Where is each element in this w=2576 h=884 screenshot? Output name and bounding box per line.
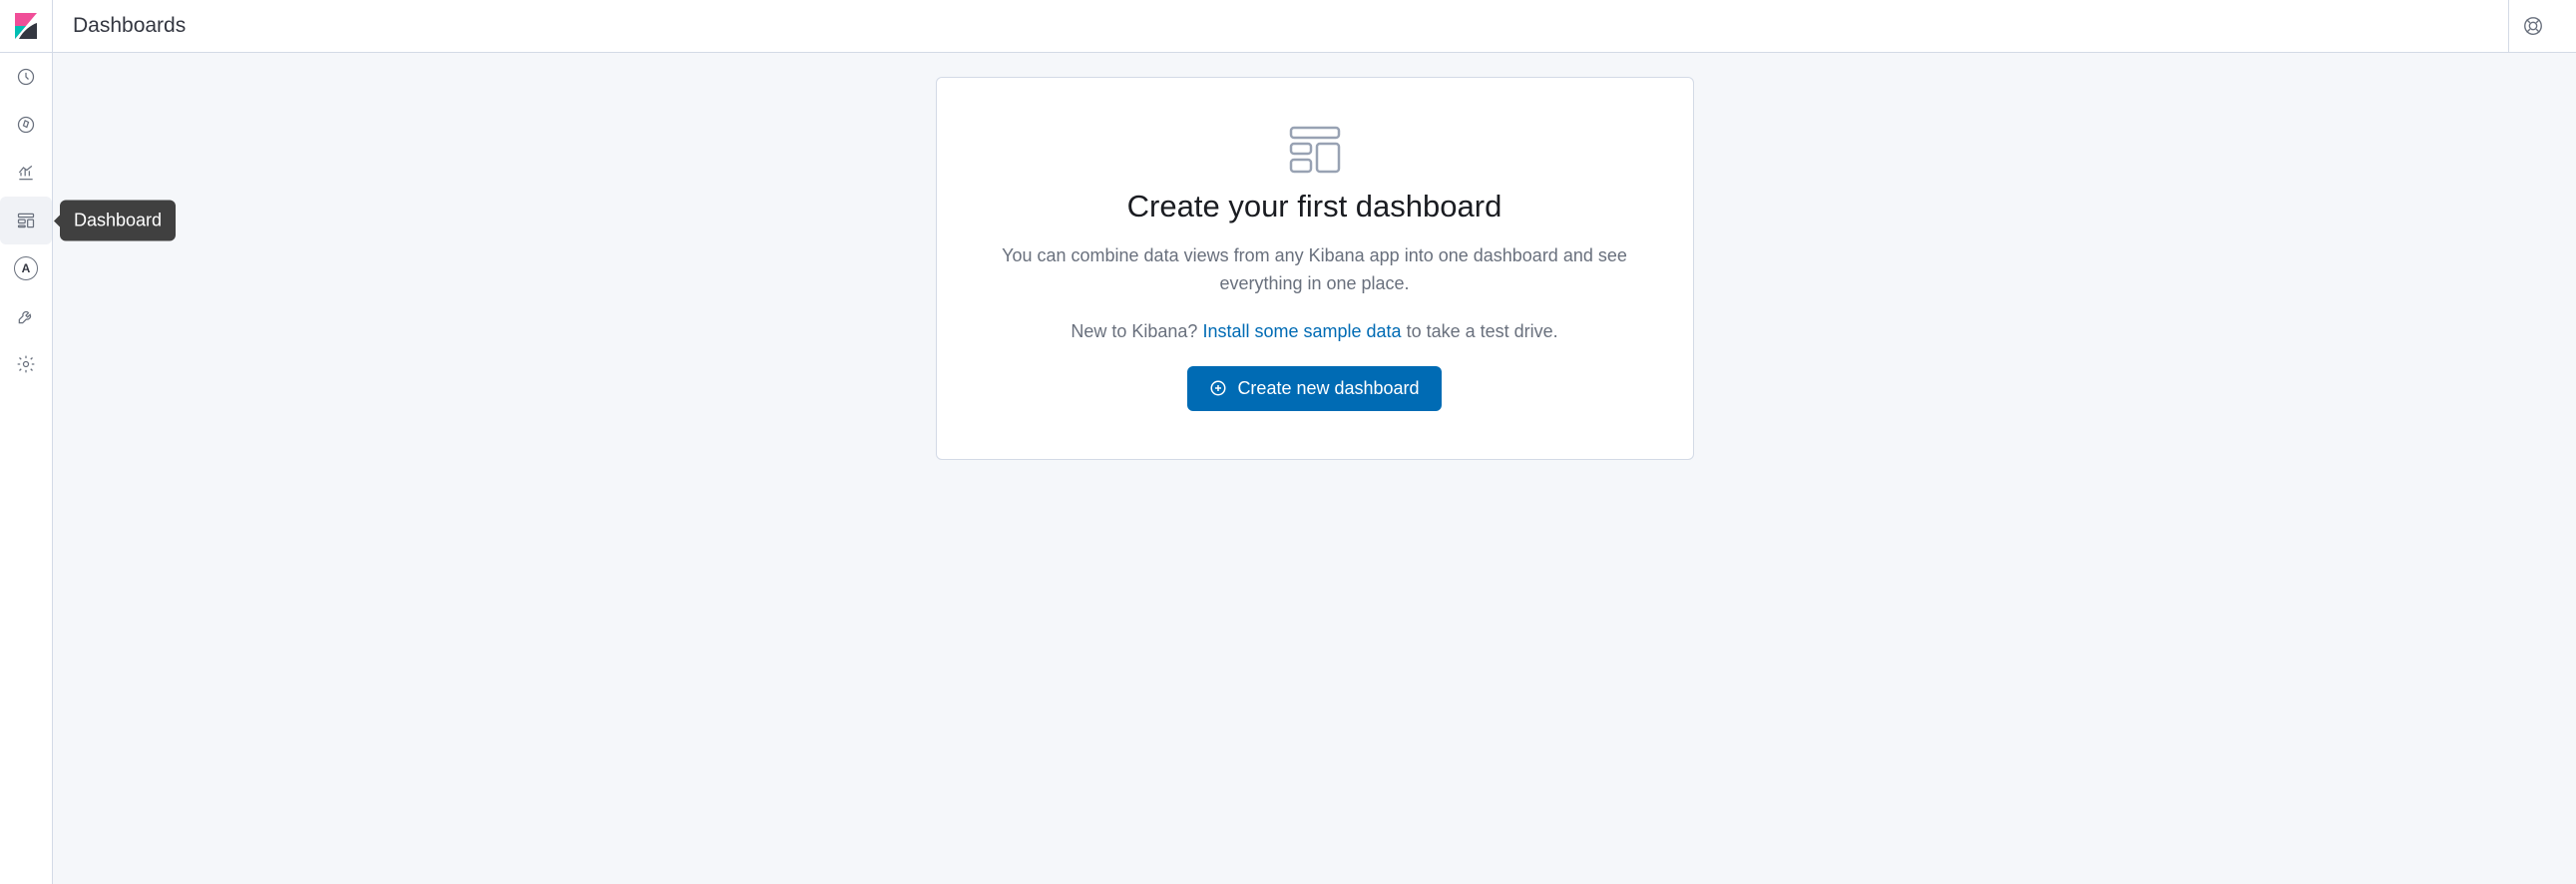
plus-circle-icon (1209, 379, 1227, 397)
side-navigation: Dashboard A (0, 0, 53, 884)
empty-state-prompt: New to Kibana? Install some sample data … (977, 318, 1653, 346)
nav-discover[interactable] (0, 101, 52, 149)
breadcrumb[interactable]: Dashboards (73, 14, 186, 38)
kibana-logo-icon (15, 13, 37, 39)
apm-letter-icon: A (14, 256, 38, 280)
dashboard-large-icon (1287, 126, 1343, 174)
chart-icon (16, 163, 36, 183)
nav-recent[interactable] (0, 53, 52, 101)
top-bar: Dashboards (53, 0, 2576, 53)
nav-management[interactable] (0, 340, 52, 388)
nav-tooltip: Dashboard (60, 201, 176, 241)
empty-state-body: You can combine data views from any Kiba… (977, 242, 1653, 298)
nav-visualize[interactable] (0, 149, 52, 197)
content-area: Create your first dashboard You can comb… (53, 53, 2576, 884)
gear-icon (16, 354, 36, 374)
prompt-post: to take a test drive. (1402, 321, 1558, 341)
page: Dashboards Create your first dashboard Y… (53, 0, 2576, 884)
kibana-logo[interactable] (0, 0, 53, 53)
nav-dashboard[interactable]: Dashboard (0, 197, 52, 244)
prompt-pre: New to Kibana? (1071, 321, 1202, 341)
help-button[interactable] (2508, 0, 2556, 52)
empty-state-title: Create your first dashboard (977, 189, 1653, 224)
nav-apm[interactable]: A (0, 244, 52, 292)
install-sample-data-link[interactable]: Install some sample data (1202, 321, 1401, 341)
compass-icon (16, 115, 36, 135)
nav-devtools[interactable] (0, 292, 52, 340)
clock-icon (16, 67, 36, 87)
create-dashboard-button[interactable]: Create new dashboard (1187, 366, 1441, 411)
lifebuoy-icon (2522, 15, 2544, 37)
create-dashboard-label: Create new dashboard (1237, 378, 1419, 399)
dashboard-icon (16, 211, 36, 230)
empty-state-card: Create your first dashboard You can comb… (936, 77, 1694, 460)
wrench-icon (16, 306, 36, 326)
